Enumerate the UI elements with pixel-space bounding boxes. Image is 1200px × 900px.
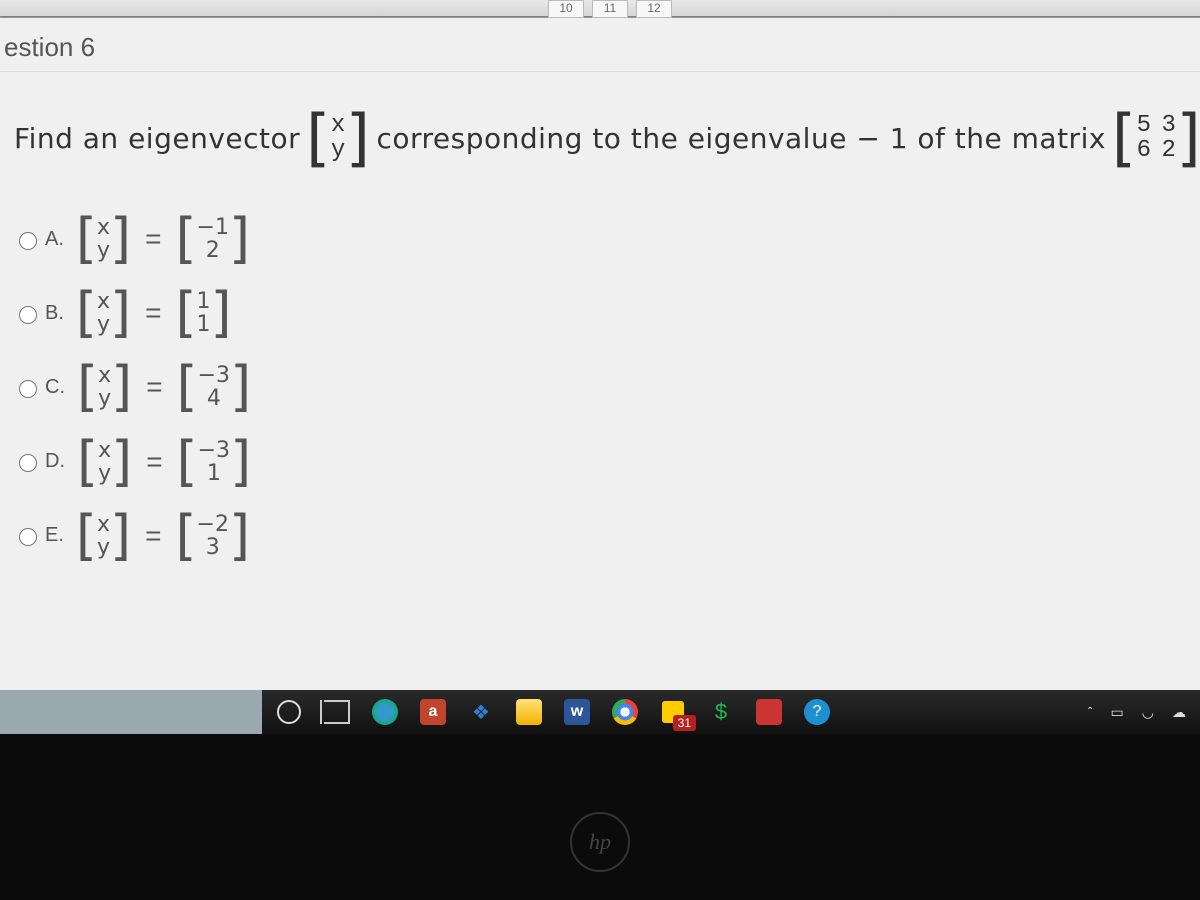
C-bot: 4 <box>207 387 221 410</box>
top-nav-fragment: 10 11 12 <box>0 0 1200 16</box>
question-panel: estion 6 Find an eigenvector [ x y ] cor… <box>0 18 1200 690</box>
lhs-y: y <box>97 239 110 262</box>
rhs-vector-A: [−12] <box>175 216 250 262</box>
rhs-vector-C: [−34] <box>177 364 252 410</box>
question-header: estion 6 <box>0 18 1200 72</box>
vector-y: y <box>331 138 346 163</box>
hp-logo: hp <box>570 812 630 872</box>
equals-sign: = <box>145 520 161 552</box>
nav-page-11[interactable]: 11 <box>592 0 628 18</box>
rhs-vector-E: [−23] <box>175 513 250 559</box>
equals-sign: = <box>146 371 162 403</box>
label-B: B. <box>45 302 64 325</box>
lhs-vector: [xy] <box>76 290 131 336</box>
lhs-x: x <box>97 290 110 313</box>
lhs-y: y <box>98 387 111 410</box>
choice-B[interactable]: B. [xy] = [11] <box>14 290 1186 336</box>
notification-badge: 31 <box>673 715 696 731</box>
lhs-x: x <box>97 216 110 239</box>
prompt-part1: Find an eigenvector <box>14 122 300 155</box>
nav-page-10[interactable]: 10 <box>548 0 584 18</box>
cortana-icon[interactable] <box>276 699 302 725</box>
choice-list: A. [xy] = [−12] B. [xy] = [11] C. [xy <box>0 176 1200 599</box>
label-C: C. <box>45 376 65 399</box>
radio-C[interactable] <box>19 380 37 398</box>
eigenvector-symbol: [ x y ] <box>306 112 370 164</box>
mat-21: 6 <box>1137 138 1152 163</box>
vector-x: x <box>331 113 346 138</box>
lhs-x: x <box>97 513 110 536</box>
help-icon[interactable]: ? <box>804 699 830 725</box>
radio-E[interactable] <box>19 528 37 546</box>
equals-sign: = <box>146 446 162 478</box>
label-E: E. <box>45 524 64 547</box>
spotify-icon[interactable]: $ <box>708 699 734 725</box>
system-tray: ˆ ▭ ◡ ☁ <box>1088 704 1186 721</box>
lhs-y: y <box>98 462 111 485</box>
equals-sign: = <box>145 223 161 255</box>
radio-B[interactable] <box>19 306 37 324</box>
radio-D[interactable] <box>19 454 37 472</box>
C-top: −3 <box>198 364 230 387</box>
matrix: [ 53 62 ] <box>1112 112 1200 164</box>
battery-icon[interactable]: ▭ <box>1111 704 1124 721</box>
choice-E[interactable]: E. [xy] = [−23] <box>14 513 1186 559</box>
lhs-vector: [xy] <box>77 439 132 485</box>
question-prompt: Find an eigenvector [ x y ] correspondin… <box>0 72 1200 176</box>
access-icon[interactable]: a <box>420 699 446 725</box>
lhs-vector: [xy] <box>76 216 131 262</box>
E-bot: 3 <box>206 536 220 559</box>
A-top: −1 <box>197 216 229 239</box>
D-top: −3 <box>198 439 230 462</box>
wifi-icon[interactable]: ◡ <box>1142 704 1154 721</box>
file-explorer-icon[interactable] <box>516 699 542 725</box>
onedrive-icon[interactable]: ☁ <box>1172 704 1186 721</box>
dropbox-icon[interactable]: ❖ <box>468 699 494 725</box>
radio-A[interactable] <box>19 232 37 250</box>
lhs-x: x <box>98 439 111 462</box>
prompt-part2: corresponding to the eigenvalue − 1 of t… <box>376 122 1105 155</box>
nav-page-12[interactable]: 12 <box>636 0 672 18</box>
laptop-bezel: hp <box>0 734 1200 900</box>
equals-sign: = <box>145 297 161 329</box>
B-bot: 1 <box>197 313 211 336</box>
choice-D[interactable]: D. [xy] = [−31] <box>14 439 1186 485</box>
norton-icon[interactable]: 31 <box>660 699 686 725</box>
D-bot: 1 <box>207 462 221 485</box>
lhs-vector: [xy] <box>76 513 131 559</box>
tray-caret-icon[interactable]: ˆ <box>1088 704 1093 720</box>
E-top: −2 <box>197 513 229 536</box>
lhs-x: x <box>98 364 111 387</box>
choice-A[interactable]: A. [xy] = [−12] <box>14 216 1186 262</box>
B-top: 1 <box>197 290 211 313</box>
lhs-y: y <box>97 313 110 336</box>
task-view-icon[interactable] <box>324 699 350 725</box>
label-D: D. <box>45 450 65 473</box>
word-icon[interactable]: w <box>564 699 590 725</box>
rhs-vector-D: [−31] <box>177 439 252 485</box>
lhs-y: y <box>97 536 110 559</box>
A-bot: 2 <box>206 239 220 262</box>
windows-taskbar: a ❖ w 31 $ ? ˆ ▭ ◡ ☁ <box>262 690 1200 734</box>
chrome-icon[interactable] <box>612 699 638 725</box>
lhs-vector: [xy] <box>77 364 132 410</box>
mat-12: 3 <box>1162 113 1177 138</box>
rhs-vector-B: [11] <box>175 290 231 336</box>
camera-icon[interactable] <box>756 699 782 725</box>
mat-11: 5 <box>1137 113 1152 138</box>
mat-22: 2 <box>1162 138 1177 163</box>
choice-C[interactable]: C. [xy] = [−34] <box>14 364 1186 410</box>
label-A: A. <box>45 228 64 251</box>
edge-icon[interactable] <box>372 699 398 725</box>
